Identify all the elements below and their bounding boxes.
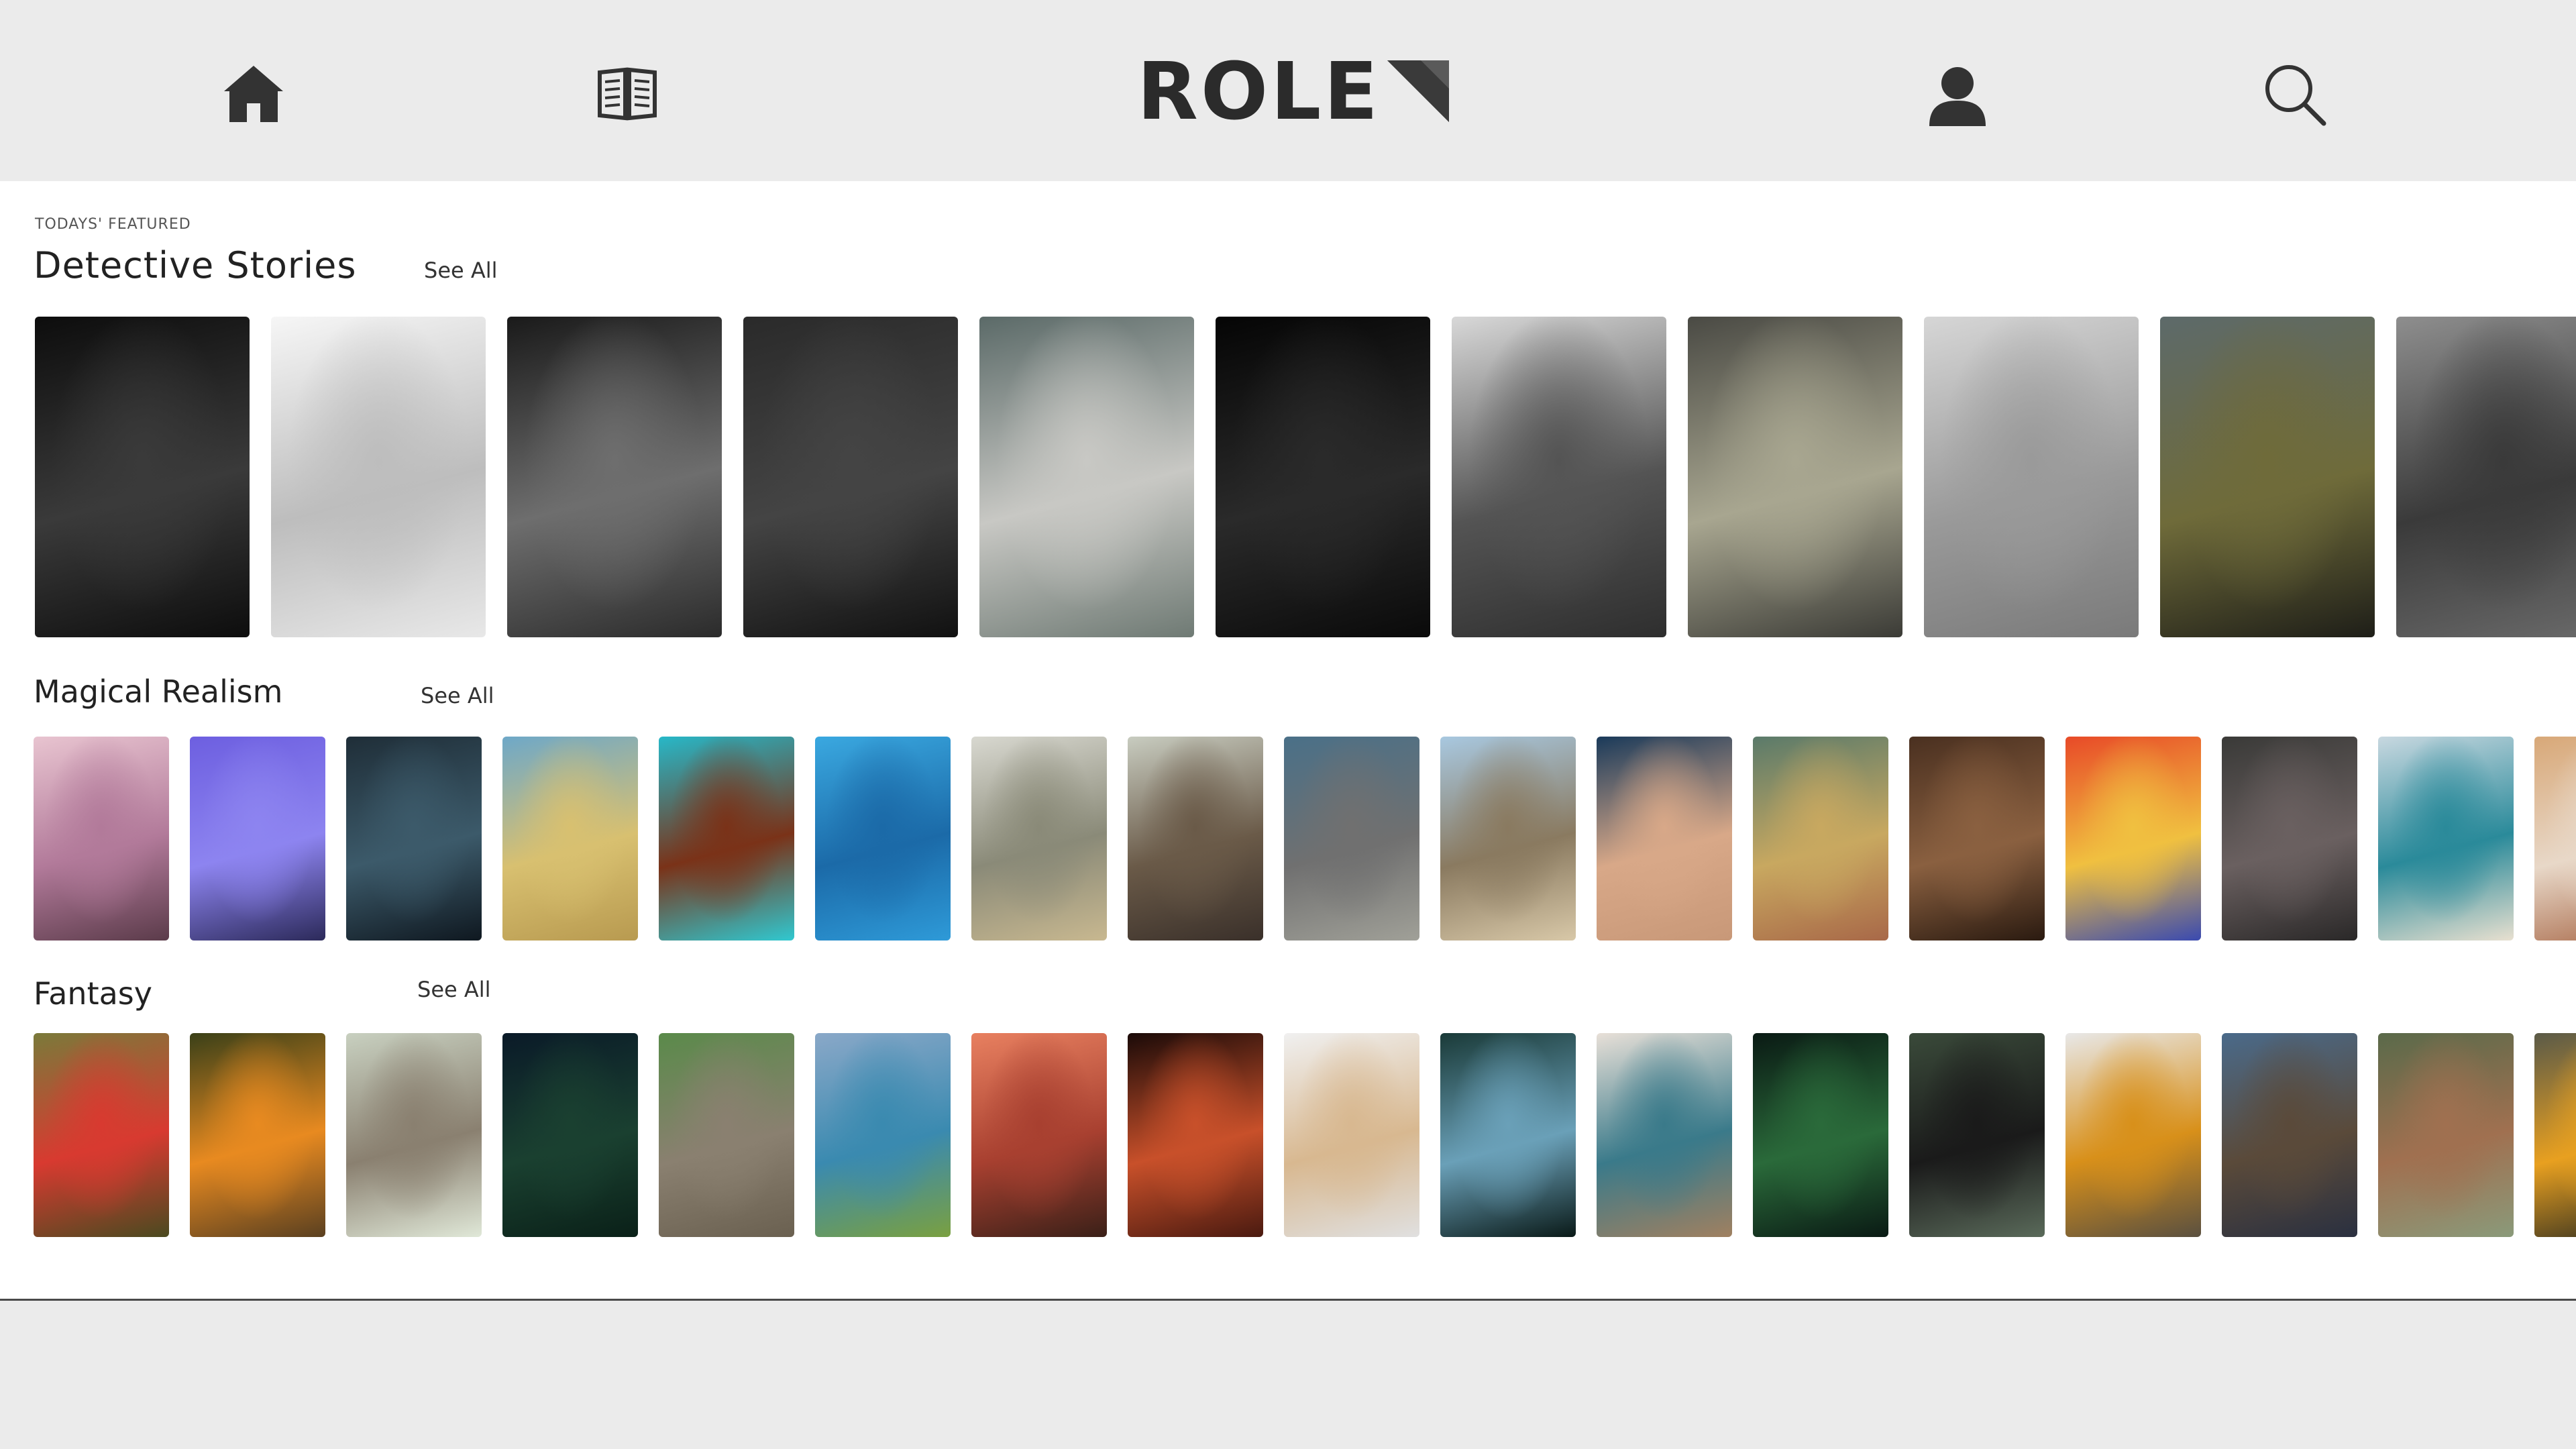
moon-forest-cover[interactable] — [502, 1033, 638, 1237]
man-road-cover[interactable] — [1909, 1033, 2045, 1237]
grazing-deer-cover[interactable] — [2378, 1033, 2514, 1237]
face-in-water-cover[interactable] — [979, 317, 1194, 637]
antelope-canyon-cover[interactable] — [1128, 1033, 1263, 1237]
coffee-steam-cover[interactable] — [743, 317, 958, 637]
church-sunrise-cover[interactable] — [34, 737, 169, 941]
detective-stories-row — [0, 317, 2576, 639]
dolphin-cover[interactable] — [815, 737, 951, 941]
rainbow-mountains-cover[interactable] — [1753, 737, 1888, 941]
section-title-magical-realism: Magical Realism — [34, 674, 283, 710]
rocky-peak-cover[interactable] — [2222, 1033, 2357, 1237]
edge-building-cover[interactable] — [2534, 737, 2576, 941]
light-streaks-cover[interactable] — [346, 737, 482, 941]
stone-faces-cover[interactable] — [659, 1033, 794, 1237]
river-aerial-cover[interactable] — [1597, 1033, 1732, 1237]
forest-path-cover[interactable] — [190, 1033, 325, 1237]
see-all-fantasy-button[interactable]: See All — [417, 977, 491, 1002]
see-all-detective-button[interactable]: See All — [424, 258, 498, 283]
magical-realism-row — [0, 737, 2576, 949]
ghost-statue-cover[interactable] — [971, 737, 1107, 941]
sand-castle-cover[interactable] — [502, 737, 638, 941]
featured-kicker: TODAYS' FEATURED — [35, 216, 191, 233]
app-logo[interactable]: ROLE — [1137, 51, 1449, 131]
logo-triangle-icon — [1387, 60, 1449, 122]
toucan-edge-cover[interactable] — [2534, 1033, 2576, 1237]
fern-dark-cover[interactable] — [1753, 1033, 1888, 1237]
scarlet-ibis-cover[interactable] — [34, 1033, 169, 1237]
sneakers-tracks-cover[interactable] — [1452, 317, 1666, 637]
workshop-shelves-cover[interactable] — [1909, 737, 2045, 941]
mountain-lake-cover[interactable] — [815, 1033, 951, 1237]
balcony-building-cover[interactable] — [2378, 737, 2514, 941]
top-navigation-bar: ROLE — [0, 0, 2576, 181]
string-lights-cover[interactable] — [2222, 737, 2357, 941]
hiker-yellow-cover[interactable] — [2065, 1033, 2201, 1237]
ink-swirl-cover[interactable] — [2065, 737, 2201, 941]
desert-dunes-cover[interactable] — [1597, 737, 1732, 941]
see-all-magical-button[interactable]: See All — [421, 683, 494, 708]
search-icon[interactable] — [2262, 62, 2326, 126]
woman-forest-cover[interactable] — [1440, 1033, 1576, 1237]
traveler-back-cover[interactable] — [1128, 737, 1263, 941]
logo-text: ROLE — [1137, 45, 1381, 138]
birds-flock-cover[interactable] — [507, 317, 722, 637]
bottom-bar — [0, 1299, 2576, 1449]
skyscrapers-up-cover[interactable] — [1688, 317, 1902, 637]
floating-house-cover[interactable] — [190, 737, 325, 941]
street-walker-cover[interactable] — [1924, 317, 2139, 637]
owl-blossoms-cover[interactable] — [346, 1033, 482, 1237]
glass-tower-cover[interactable] — [2160, 317, 2375, 637]
angel-statue-cover[interactable] — [271, 317, 486, 637]
section-title-fantasy: Fantasy — [34, 975, 152, 1012]
section-title-detective-stories: Detective Stories — [34, 244, 357, 286]
iguana-cover[interactable] — [1284, 737, 1419, 941]
crowd-cover[interactable] — [2396, 317, 2576, 637]
man-profile-dark-cover[interactable] — [1216, 317, 1430, 637]
white-horse-cover[interactable] — [1284, 1033, 1419, 1237]
user-icon[interactable] — [1924, 64, 1991, 129]
open-book-icon[interactable] — [597, 66, 657, 122]
sea-turtle-cover[interactable] — [659, 737, 794, 941]
driftwood-cover[interactable] — [1440, 737, 1576, 941]
fantasy-row — [0, 1033, 2576, 1245]
parking-lot-figure-cover[interactable] — [35, 317, 250, 637]
volcano-sunset-cover[interactable] — [971, 1033, 1107, 1237]
home-icon[interactable] — [221, 62, 286, 126]
